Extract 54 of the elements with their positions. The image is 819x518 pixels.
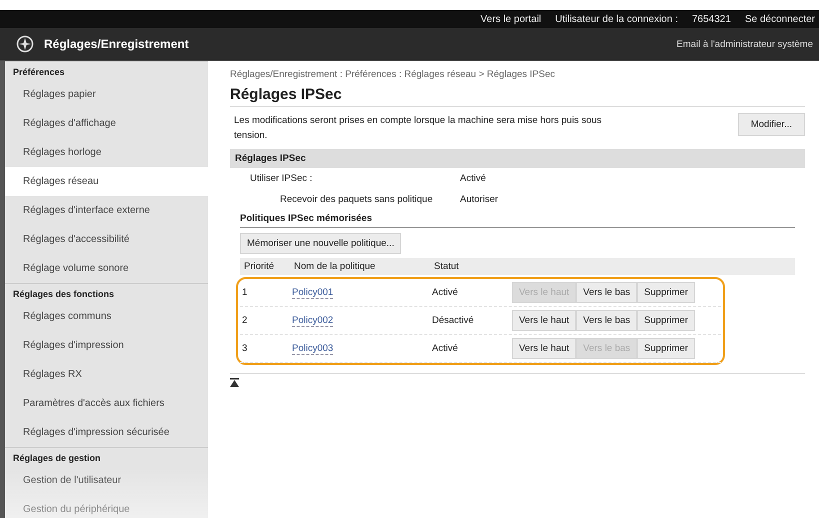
sidebar-item[interactable]: Réglages réseau xyxy=(5,167,208,196)
column-header: Statut xyxy=(434,261,460,272)
row-action-button[interactable]: Vers le haut xyxy=(512,338,576,359)
sidebar-item[interactable]: Réglages d'affichage xyxy=(5,109,208,138)
sidebar-item[interactable]: Réglages d'accessibilité xyxy=(5,225,208,254)
user-id: 7654321 xyxy=(692,14,731,24)
sidebar-item[interactable]: Réglages d'impression sécurisée xyxy=(5,418,208,447)
sidebar-item[interactable]: Réglages d'interface externe xyxy=(5,196,208,225)
column-header: Priorité xyxy=(244,261,276,272)
section-header: Réglages IPSec xyxy=(230,149,805,168)
policy-link[interactable]: Policy003 xyxy=(292,342,334,354)
sidebar-heading: Réglages des fonctions xyxy=(5,283,208,302)
sidebar-item[interactable]: Réglage volume sonore xyxy=(5,254,208,283)
row-action-button[interactable]: Vers le bas xyxy=(576,282,638,303)
sidebar-item[interactable]: Paramètres d'accès aux fichiers xyxy=(5,389,208,418)
column-header: Nom de la politique xyxy=(294,261,376,272)
sidebar-item[interactable]: Réglages RX xyxy=(5,360,208,389)
row-action-button[interactable]: Supprimer xyxy=(637,282,695,303)
notice-text: Les modifications seront prises en compte lorsque la machine sera mise hors puis sous tension. xyxy=(234,114,603,143)
table-cell-text: 1 xyxy=(242,287,248,298)
email-admin-link[interactable]: Email à l'administrateur système xyxy=(676,38,813,50)
row-action-button[interactable]: Supprimer xyxy=(637,310,695,331)
setting-label: Utiliser IPSec : xyxy=(249,173,314,184)
policy-link[interactable]: Policy002 xyxy=(292,314,334,326)
table-cell-text: 3 xyxy=(242,343,248,354)
row-action-button[interactable]: Vers le haut xyxy=(512,310,576,331)
page-title: Réglages IPSec xyxy=(230,80,805,107)
subsection-title: Politiques IPSec mémorisées xyxy=(240,210,795,228)
sidebar-item[interactable]: Réglages communs xyxy=(5,302,208,331)
sidebar-item[interactable]: Réglages horloge xyxy=(5,138,208,167)
setting-label: Recevoir des paquets sans politique xyxy=(279,194,434,205)
row-action-button[interactable]: Supprimer xyxy=(637,338,695,359)
breadcrumb: Réglages/Enregistrement : Préférences : Réglages réseau > Réglages IPSec xyxy=(230,69,556,80)
user-label: Utilisateur de la connexion : xyxy=(555,14,678,24)
portal-link[interactable]: Vers le portail xyxy=(480,14,542,24)
edit-button[interactable]: Modifier... xyxy=(738,113,805,136)
sidebar-item[interactable]: Réglages papier xyxy=(5,80,208,109)
row-action-button[interactable]: Vers le bas xyxy=(576,310,638,331)
sidebar-heading: Préférences xyxy=(5,61,208,80)
setting-value: Activé xyxy=(460,173,487,184)
policy-link[interactable]: Policy001 xyxy=(292,286,334,298)
table-cell-text: 2 xyxy=(242,315,248,326)
sidebar-item[interactable]: Réglages d'impression xyxy=(5,331,208,360)
logo-icon xyxy=(16,35,34,53)
setting-value: Autoriser xyxy=(460,194,500,205)
table-cell-text: Activé xyxy=(432,287,459,298)
scroll-to-top-icon[interactable] xyxy=(230,378,239,387)
logout-link[interactable]: Se déconnecter xyxy=(744,14,815,24)
sidebar-item[interactable]: Gestion de l'utilisateur xyxy=(5,466,208,495)
table-cell-text: Activé xyxy=(432,343,459,354)
sidebar-heading: Réglages de gestion xyxy=(5,447,208,466)
app-title: Réglages/Enregistrement xyxy=(44,37,190,51)
add-policy-button[interactable]: Mémoriser une nouvelle politique... xyxy=(240,233,402,254)
table-cell-text: Désactivé xyxy=(432,315,475,326)
